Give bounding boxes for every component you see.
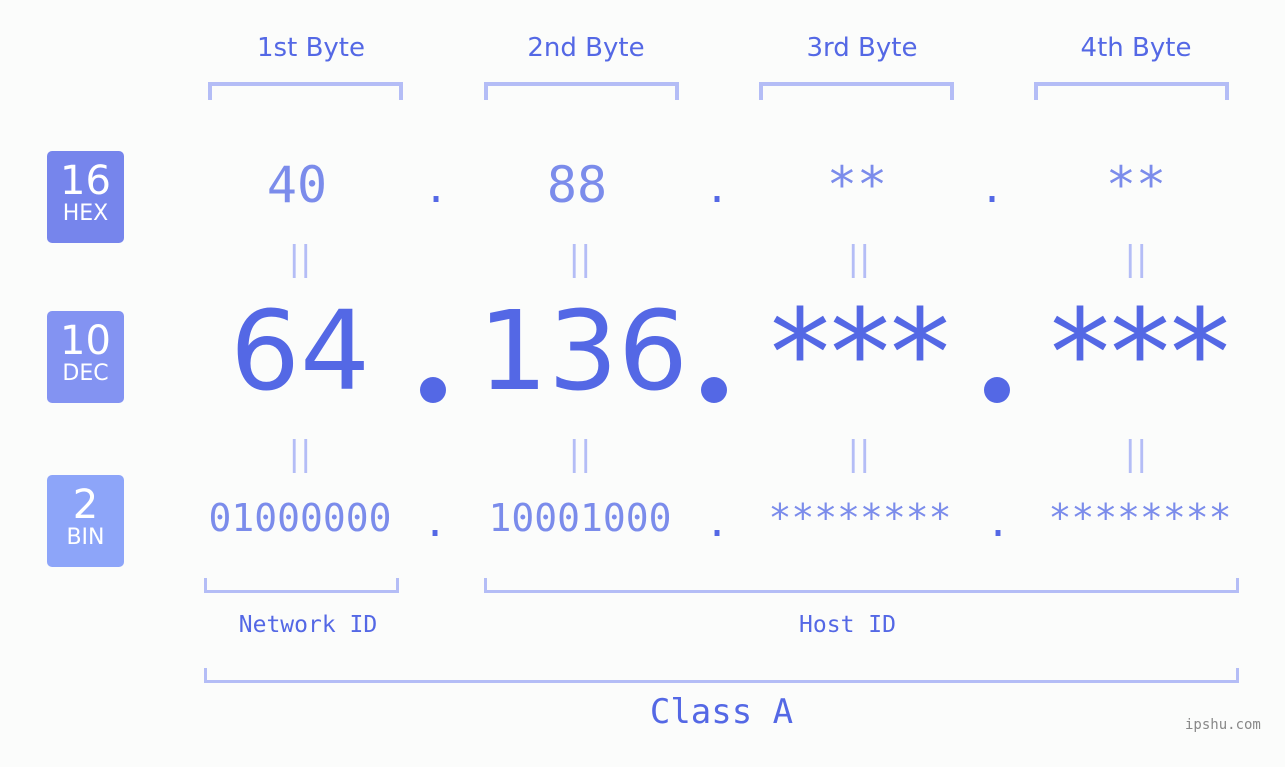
bin-byte-3: ******** <box>768 496 952 540</box>
byte-header-3: 3rd Byte <box>806 33 918 63</box>
hex-byte-3: ** <box>826 156 888 214</box>
bin-byte-4: ******** <box>1048 496 1232 540</box>
hex-byte-2: 88 <box>546 156 608 214</box>
equals-sign: || <box>568 434 592 474</box>
watermark: ipshu.com <box>1185 717 1261 733</box>
bin-badge: 2 BIN <box>47 475 124 567</box>
equals-dec-bin-3: || <box>839 434 879 474</box>
host-id-bracket <box>484 578 1239 593</box>
dec-byte-1: 64 <box>230 287 370 415</box>
dec-dot-3 <box>984 377 1010 403</box>
dec-badge-base: 10 <box>60 318 111 364</box>
bin-byte-2: 10001000 <box>488 496 672 540</box>
equals-hex-dec-2: || <box>560 239 600 279</box>
bin-dot-1: . <box>422 500 448 546</box>
equals-dec-bin-2: || <box>560 434 600 474</box>
hex-dot-2: . <box>704 166 730 212</box>
byte-header-2: 2nd Byte <box>527 33 645 63</box>
network-id-bracket <box>204 578 399 593</box>
byte-bracket-4 <box>1034 82 1229 100</box>
equals-sign: || <box>568 239 592 279</box>
equals-sign: || <box>847 434 871 474</box>
hex-badge-label: HEX <box>62 201 109 226</box>
byte-bracket-1 <box>208 82 403 100</box>
equals-hex-dec-4: || <box>1116 239 1156 279</box>
dec-dot-2 <box>701 377 727 403</box>
byte-header-4: 4th Byte <box>1080 33 1192 63</box>
hex-dot-1: . <box>423 166 449 212</box>
bin-badge-label: BIN <box>66 525 105 550</box>
byte-bracket-3 <box>759 82 954 100</box>
equals-dec-bin-1: || <box>280 434 320 474</box>
bin-dot-2: . <box>704 500 730 546</box>
bin-badge-base: 2 <box>72 482 99 528</box>
class-label: Class A <box>649 692 794 732</box>
equals-dec-bin-4: || <box>1116 434 1156 474</box>
hex-dot-3: . <box>979 166 1005 212</box>
equals-sign: || <box>847 239 871 279</box>
dec-byte-2: 136 <box>478 287 688 415</box>
dec-badge: 10 DEC <box>47 311 124 403</box>
bin-dot-3: . <box>985 500 1011 546</box>
dec-byte-4: *** <box>1050 285 1230 424</box>
class-bracket <box>204 668 1239 683</box>
byte-bracket-2 <box>484 82 679 100</box>
hex-byte-1: 40 <box>266 156 328 214</box>
equals-sign: || <box>288 239 312 279</box>
byte-header-1: 1st Byte <box>257 33 365 63</box>
equals-sign: || <box>1124 239 1148 279</box>
bin-byte-1: 01000000 <box>208 496 392 540</box>
hex-byte-4: ** <box>1105 156 1167 214</box>
equals-sign: || <box>1124 434 1148 474</box>
dec-byte-3: *** <box>770 285 950 424</box>
equals-hex-dec-3: || <box>839 239 879 279</box>
network-id-label: Network ID <box>238 612 378 638</box>
host-id-label: Host ID <box>799 612 896 638</box>
hex-badge: 16 HEX <box>47 151 124 243</box>
dec-dot-1 <box>420 377 446 403</box>
dec-badge-label: DEC <box>62 361 109 386</box>
hex-badge-base: 16 <box>60 158 111 204</box>
equals-sign: || <box>288 434 312 474</box>
equals-hex-dec-1: || <box>280 239 320 279</box>
